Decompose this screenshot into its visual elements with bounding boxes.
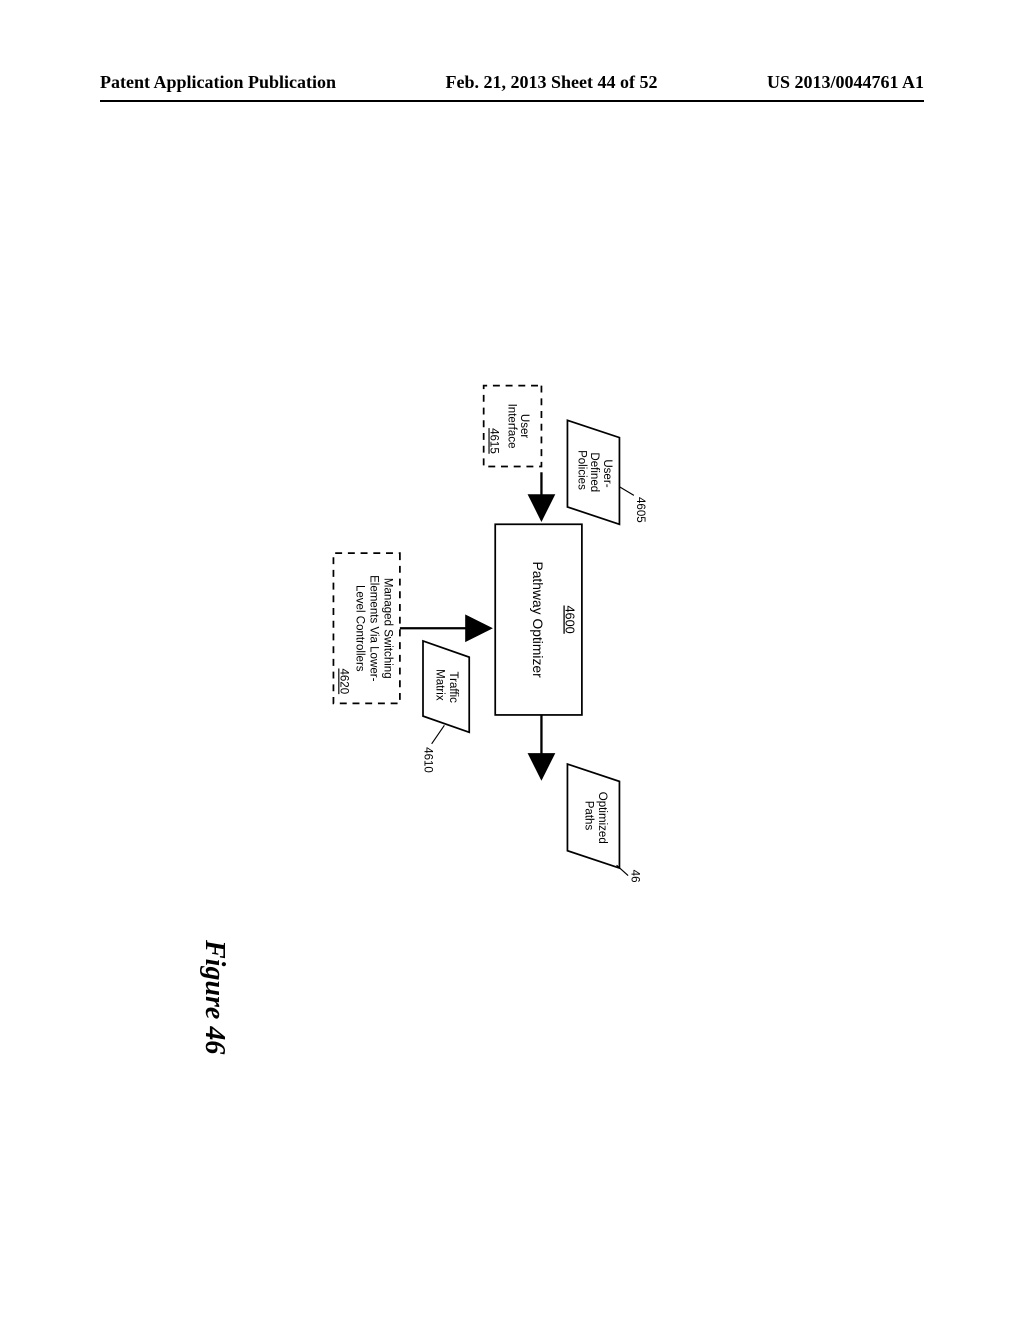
matrix-l2: Matrix [433, 669, 445, 701]
ui-l2: Interface [506, 404, 518, 449]
paths-l1: Optimized [596, 792, 608, 844]
header-rule [100, 100, 924, 102]
matrix-leader [432, 725, 445, 743]
header-left: Patent Application Publication [100, 72, 336, 93]
paths-leader [617, 865, 629, 875]
paths-ref: 4625 [629, 870, 641, 883]
policies-leader [619, 487, 633, 496]
diagram-svg: 4600 Pathway Optimizer User- Defined Pol… [43, 363, 908, 883]
ui-l1: User [518, 414, 530, 439]
matrix-parallelogram [423, 641, 469, 732]
header-right: US 2013/0044761 A1 [767, 72, 924, 93]
page-header: Patent Application Publication Feb. 21, … [100, 72, 924, 93]
policies-l3: Policies [575, 450, 587, 490]
matrix-l1: Traffic [447, 671, 459, 703]
page: Patent Application Publication Feb. 21, … [0, 0, 1024, 1320]
matrix-ref: 4610 [422, 747, 434, 773]
optimizer-ref: 4600 [563, 605, 578, 633]
mse-l2: Elements Via Lower- [367, 575, 379, 681]
policies-ref: 4605 [634, 497, 646, 523]
mse-l1: Managed Switching [381, 578, 393, 679]
paths-l2: Paths [582, 801, 594, 831]
policies-l2: Defined [588, 452, 600, 492]
mse-ref: 4620 [337, 668, 349, 694]
figure-diagram: 4600 Pathway Optimizer User- Defined Pol… [43, 363, 908, 883]
mse-l3: Level Controllers [354, 585, 366, 672]
figure-caption: Figure 46 [198, 940, 230, 1054]
optimizer-label: Pathway Optimizer [530, 561, 546, 678]
policies-l1: User- [601, 459, 613, 487]
header-center: Feb. 21, 2013 Sheet 44 of 52 [446, 72, 658, 93]
ui-ref: 4615 [488, 428, 500, 454]
